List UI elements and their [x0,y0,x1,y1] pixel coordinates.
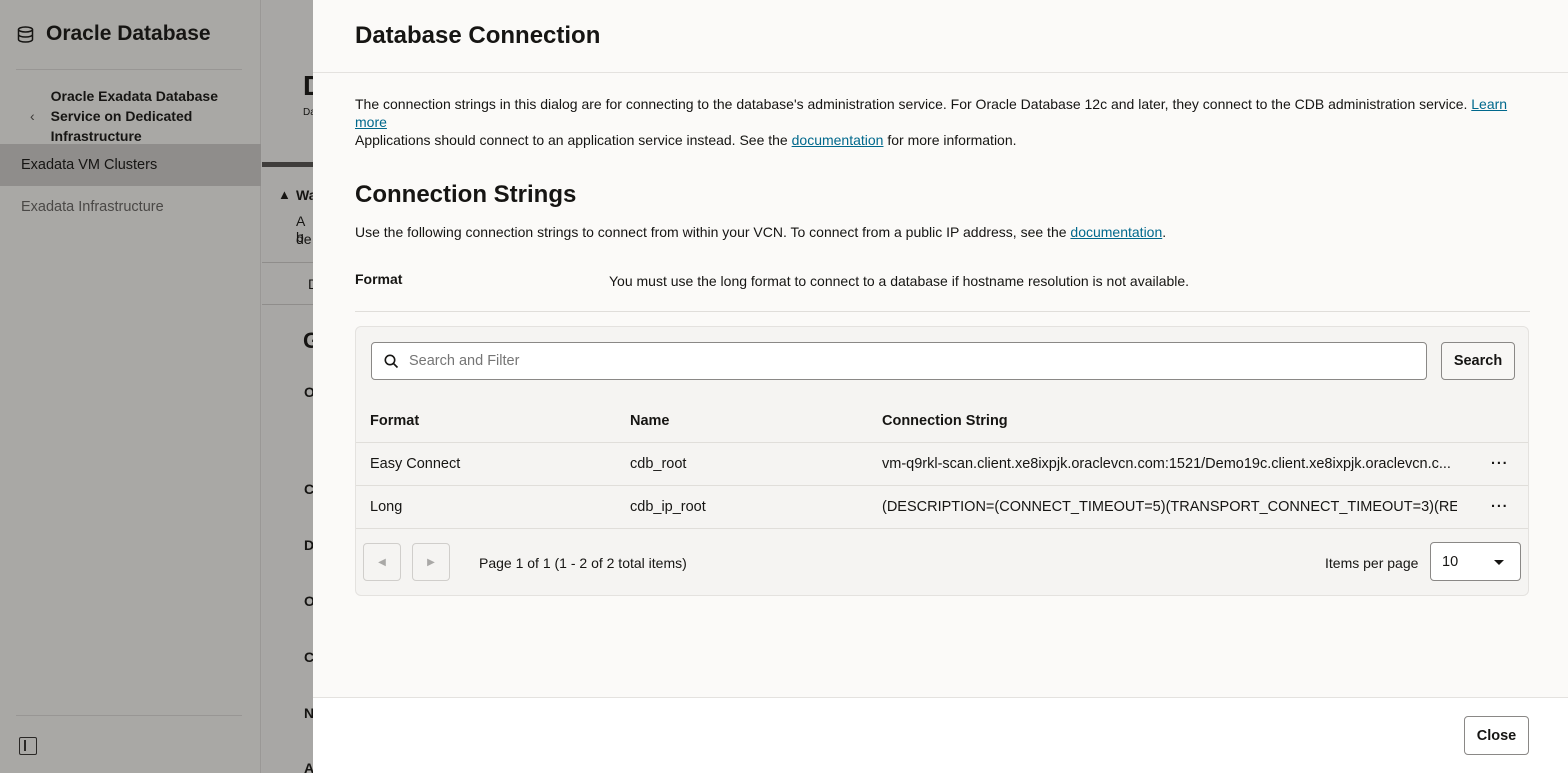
back-link[interactable]: ‹ Oracle Exadata Database Service on Ded… [30,86,231,146]
bg-text: C [304,481,313,497]
sidebar-header: Oracle Database [17,22,211,46]
chevron-left-icon: ‹ [30,108,35,124]
bg-text: N [304,705,313,721]
table-row: Long cdb_ip_root (DESCRIPTION=(CONNECT_T… [356,486,1528,529]
section-subtitle: Use the following connection strings to … [355,224,1166,240]
intro-line-2-end: for more information. [887,132,1017,148]
bg-text: O [304,384,313,400]
sidebar-item-exadata-vm-clusters[interactable]: Exadata VM Clusters [0,144,261,186]
bg-text: Da [303,107,313,118]
items-per-page-value: 10 [1442,553,1459,570]
bg-text: D [303,70,313,102]
sidebar-item-exadata-infrastructure[interactable]: Exadata Infrastructure [0,186,261,228]
close-button[interactable]: Close [1464,716,1529,755]
format-note: You must use the long format to connect … [609,273,1190,289]
bg-text: de [296,231,312,247]
table-header: Format Name Connection String [356,400,1528,443]
caret-down-icon [1494,560,1504,565]
dialog-title: Database Connection [355,22,601,49]
row-actions-icon[interactable]: ··· [1491,456,1509,472]
section-title: Connection Strings [355,181,577,208]
caret-left-icon: ◀ [378,556,386,568]
divider [313,72,1568,73]
warning-icon: ▲ [278,187,291,202]
dialog-footer: Close [313,697,1568,773]
subtitle-end: . [1162,224,1167,240]
connection-strings-table: Format Name Connection String Easy Conne… [356,400,1528,529]
bg-text: Wa [296,187,313,203]
sidebar: Oracle Database ‹ Oracle Exadata Databas… [0,0,261,773]
background-page: D Da ▲ Wa A b de D G O C D O C N A [262,0,313,773]
database-icon [17,25,34,43]
database-connection-dialog: Database Connection The connection strin… [313,0,1568,773]
intro-line-2: Applications should connect to an applic… [355,132,788,148]
cell-connection-string: (DESCRIPTION=(CONNECT_TIMEOUT=5)(TRANSPO… [882,499,1457,515]
table-row: Easy Connect cdb_root vm-q9rkl-scan.clie… [356,443,1528,486]
divider [355,311,1530,312]
intro-line-1: The connection strings in this dialog ar… [355,96,1468,112]
divider [16,69,242,70]
search-input[interactable] [409,353,1399,369]
column-header-connection-string[interactable]: Connection String [882,413,1457,429]
bg-text: A [304,760,313,773]
page-info: Page 1 of 1 (1 - 2 of 2 total items) [479,555,687,571]
divider [16,715,242,716]
cell-name: cdb_root [630,456,687,472]
collapse-sidebar-icon[interactable] [19,737,37,755]
subtitle-text: Use the following connection strings to … [355,224,1067,240]
column-header-name[interactable]: Name [630,413,670,429]
search-icon [384,354,399,368]
bg-text: O [304,593,313,609]
bg-text: G [303,328,313,353]
search-button[interactable]: Search [1441,342,1515,380]
bg-text: C [304,649,313,665]
back-link-label: Oracle Exadata Database Service on Dedic… [50,88,218,144]
bg-text: D [304,537,313,553]
connection-strings-table-panel: Search Format Name Connection String Eas… [355,326,1529,596]
format-label: Format [355,271,403,287]
cell-name: cdb_ip_root [630,499,706,515]
row-actions-icon[interactable]: ··· [1491,499,1509,515]
search-field[interactable] [371,342,1427,380]
items-per-page-label: Items per page [1325,555,1419,571]
next-page-button[interactable]: ▶ [412,543,450,581]
documentation-link-2[interactable]: documentation [1070,224,1162,240]
cell-format: Easy Connect [370,456,461,472]
items-per-page-select[interactable]: 10 [1430,542,1521,581]
previous-page-button[interactable]: ◀ [363,543,401,581]
sidebar-title: Oracle Database [46,22,211,45]
column-header-format[interactable]: Format [370,413,419,429]
intro-text: The connection strings in this dialog ar… [355,95,1535,149]
cell-connection-string: vm-q9rkl-scan.client.xe8ixpjk.oraclevcn.… [882,456,1451,472]
caret-right-icon: ▶ [427,556,435,568]
documentation-link[interactable]: documentation [792,132,884,148]
cell-format: Long [370,499,403,515]
